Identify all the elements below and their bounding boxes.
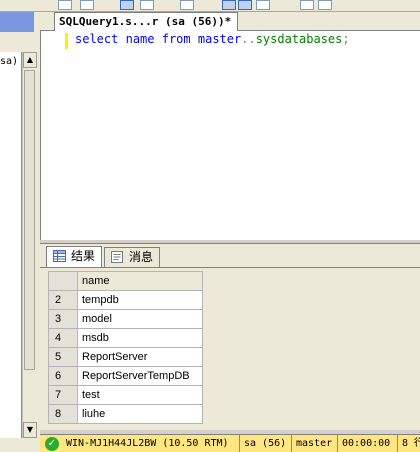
tab-results-label: 结果 bbox=[71, 249, 96, 263]
object-explorer-node-text[interactable]: sa) bbox=[0, 56, 18, 67]
results-grid[interactable]: name 2 tempdb 3 model 4 msdb 5 ReportSer… bbox=[48, 271, 203, 424]
status-server: WIN-MJ1H44JL2BW (10.50 RTM) bbox=[62, 435, 240, 452]
status-elapsed: 00:00:00 bbox=[338, 435, 398, 452]
row-number[interactable]: 7 bbox=[48, 385, 78, 405]
cell-name[interactable]: liuhe bbox=[77, 404, 203, 424]
row-number[interactable]: 6 bbox=[48, 366, 78, 386]
cell-name[interactable]: msdb bbox=[77, 328, 203, 348]
table-row[interactable]: 8 liuhe bbox=[48, 404, 203, 424]
cell-name[interactable]: model bbox=[77, 309, 203, 329]
table-row[interactable]: 4 msdb bbox=[48, 328, 203, 348]
tab-messages[interactable]: 消息 bbox=[104, 247, 161, 267]
toolbar-button-6[interactable] bbox=[222, 0, 236, 10]
document-tab-row: SQLQuery1.s...r (sa (56))* bbox=[40, 12, 420, 31]
status-user: sa (56) bbox=[240, 435, 292, 452]
semicolon: ; bbox=[342, 32, 350, 46]
toolbar-button-5[interactable] bbox=[180, 0, 194, 10]
tab-overflow-icon[interactable] bbox=[42, 12, 52, 30]
table-row[interactable]: 2 tempdb bbox=[48, 290, 203, 310]
toolbar-button-7[interactable] bbox=[238, 0, 252, 10]
column-name: name bbox=[125, 32, 155, 46]
object-explorer-tree[interactable] bbox=[0, 52, 22, 438]
status-database: master bbox=[292, 435, 338, 452]
row-number[interactable]: 8 bbox=[48, 404, 78, 424]
table-row[interactable]: 7 test bbox=[48, 385, 203, 405]
query-line-1[interactable]: select name from master..sysdatabases; bbox=[75, 32, 350, 46]
table-row[interactable]: 5 ReportServer bbox=[48, 347, 203, 367]
cell-name[interactable]: tempdb bbox=[77, 290, 203, 310]
object-explorer-scrollbar[interactable]: ▲ ▼ bbox=[22, 52, 37, 438]
toolbar-button-8[interactable] bbox=[256, 0, 270, 10]
changed-line-marker bbox=[65, 33, 68, 49]
row-number[interactable]: 4 bbox=[48, 328, 78, 348]
status-rows: 8 行 bbox=[402, 438, 420, 449]
toolbar-button-9[interactable] bbox=[300, 0, 314, 10]
tab-sqlquery1[interactable]: SQLQuery1.s...r (sa (56))* bbox=[54, 12, 239, 31]
keyword-from: from bbox=[161, 32, 191, 46]
cell-name[interactable]: ReportServerTempDB bbox=[77, 366, 203, 386]
grid-header-row: name bbox=[48, 271, 203, 291]
cell-name[interactable]: test bbox=[77, 385, 203, 405]
query-editor[interactable]: select name from master..sysdatabases; bbox=[40, 31, 420, 240]
grid-icon bbox=[53, 250, 66, 262]
cell-name[interactable]: ReportServer bbox=[77, 347, 203, 367]
success-check-icon: ✓ bbox=[45, 437, 59, 451]
toolbar-button-1[interactable] bbox=[58, 0, 72, 10]
table-row[interactable]: 3 model bbox=[48, 309, 203, 329]
tab-messages-label: 消息 bbox=[129, 250, 154, 264]
results-grid-area: name 2 tempdb 3 model 4 msdb 5 ReportSer… bbox=[40, 267, 420, 430]
scroll-down-icon[interactable]: ▼ bbox=[23, 422, 37, 438]
scroll-up-icon[interactable]: ▲ bbox=[23, 52, 37, 68]
object-explorer-header bbox=[0, 12, 34, 32]
results-tabbar: 结果 消息 bbox=[40, 243, 420, 268]
table-name: sysdatabases bbox=[255, 32, 343, 46]
row-number[interactable]: 5 bbox=[48, 347, 78, 367]
toolbar bbox=[0, 0, 420, 12]
row-number[interactable]: 3 bbox=[48, 309, 78, 329]
separator-dots: .. bbox=[241, 32, 256, 46]
grid-corner[interactable] bbox=[48, 271, 78, 291]
toolbar-button-2[interactable] bbox=[80, 0, 94, 10]
toolbar-button-4[interactable] bbox=[140, 0, 154, 10]
column-header-name[interactable]: name bbox=[77, 271, 203, 291]
row-number[interactable]: 2 bbox=[48, 290, 78, 310]
toolbar-button-10[interactable] bbox=[318, 0, 332, 10]
database-name: master bbox=[197, 32, 242, 46]
keyword-select: select bbox=[75, 32, 119, 46]
status-bar: ✓ WIN-MJ1H44JL2BW (10.50 RTM) sa (56) ma… bbox=[40, 434, 420, 452]
scroll-thumb[interactable] bbox=[24, 70, 35, 370]
toolbar-button-3[interactable] bbox=[120, 0, 134, 10]
table-row[interactable]: 6 ReportServerTempDB bbox=[48, 366, 203, 386]
message-icon bbox=[111, 251, 123, 263]
tab-results[interactable]: 结果 bbox=[46, 246, 103, 268]
